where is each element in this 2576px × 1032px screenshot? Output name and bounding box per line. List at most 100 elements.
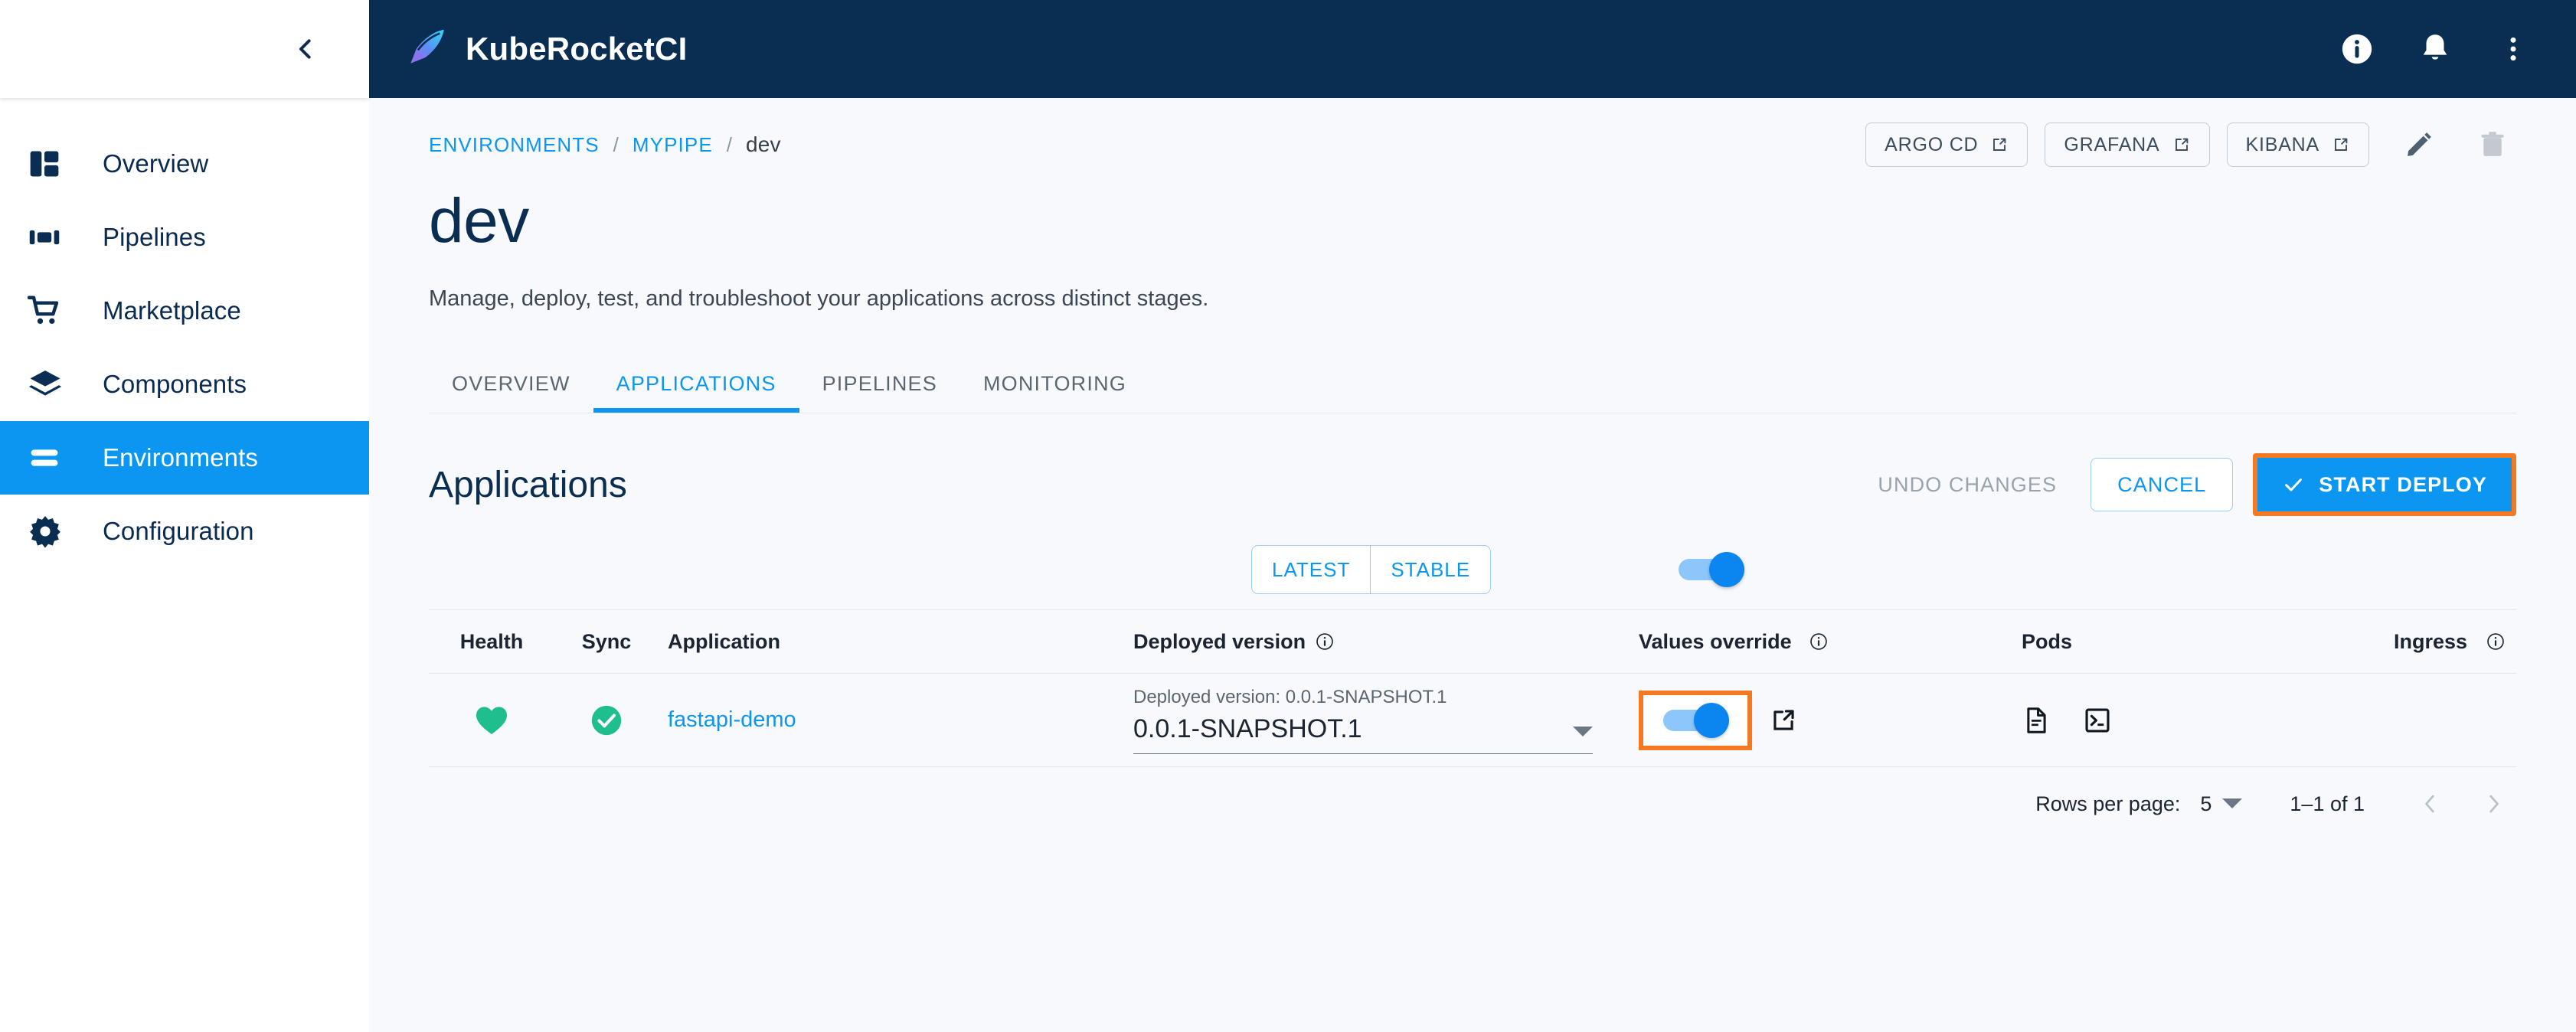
sidebar-item-label: Pipelines <box>103 223 206 251</box>
column-header-ingress: Ingress <box>2274 630 2516 654</box>
pod-logs-button[interactable] <box>2022 706 2051 735</box>
breadcrumb-separator: / <box>613 132 619 156</box>
tab-applications[interactable]: APPLICATIONS <box>593 372 799 413</box>
values-override-open-button[interactable] <box>1769 706 1798 735</box>
terminal-icon <box>2085 707 2110 733</box>
tab-overview[interactable]: OVERVIEW <box>429 372 593 413</box>
deployed-version-caption: Deployed version: 0.0.1-SNAPSHOT.1 <box>1133 686 1447 707</box>
previous-page-button[interactable] <box>2408 782 2452 826</box>
breadcrumb-item-mypipe[interactable]: MYPIPE <box>633 133 713 157</box>
bulk-values-override-toggle[interactable] <box>1669 549 1752 590</box>
column-header-health: Health <box>459 629 524 653</box>
table-row: fastapi-demo Deployed version: 0.0.1-SNA… <box>429 674 2516 767</box>
rows-per-page-select[interactable]: 5 <box>2200 792 2243 816</box>
info-button[interactable] <box>2336 28 2378 70</box>
cell-sync <box>554 703 659 738</box>
gear-icon <box>28 514 72 549</box>
rows-per-page-label: Rows per page: <box>2035 792 2181 815</box>
pagination-range: 1–1 of 1 <box>2290 792 2365 815</box>
start-deploy-button[interactable]: START DEPLOY <box>2257 458 2512 511</box>
cell-application: fastapi-demo <box>659 707 1133 733</box>
column-header-label: Deployed version <box>1133 629 1306 653</box>
kibana-link-button[interactable]: KIBANA <box>2226 122 2369 167</box>
version-type-segmented-control: LATEST STABLE <box>1251 545 1492 594</box>
breadcrumb-item-current: dev <box>746 132 781 156</box>
info-icon[interactable] <box>2486 632 2506 652</box>
start-deploy-label: START DEPLOY <box>2319 472 2487 496</box>
values-override-highlight <box>1639 690 1752 750</box>
sidebar-item-label: Components <box>103 370 247 398</box>
values-override-toggle[interactable] <box>1654 700 1737 741</box>
next-page-button[interactable] <box>2472 782 2516 826</box>
grafana-link-button[interactable]: GRAFANA <box>2045 122 2210 167</box>
sidebar-item-overview[interactable]: Overview <box>0 127 369 201</box>
kebab-menu-icon <box>2510 37 2516 61</box>
column-header-deployed-version: Deployed version <box>1133 630 1639 654</box>
info-circle-icon <box>2342 34 2372 64</box>
sidebar-nav: Overview Pipelines Marketplace Component… <box>0 98 369 568</box>
cell-health <box>429 702 554 739</box>
cell-pods <box>2022 706 2274 735</box>
main-content: ENVIRONMENTS / MYPIPE / dev ARGO CD GRAF… <box>369 98 2576 1032</box>
column-header-sync: Sync <box>581 629 632 653</box>
argo-cd-link-button[interactable]: ARGO CD <box>1865 122 2028 167</box>
breadcrumb: ENVIRONMENTS / MYPIPE / dev ARGO CD GRAF… <box>429 98 2516 171</box>
segment-stable[interactable]: STABLE <box>1370 546 1491 593</box>
layers-icon <box>28 367 72 402</box>
brand-title: KubeRocketCI <box>466 31 688 67</box>
trash-icon <box>2481 132 2504 156</box>
column-header-application: Application <box>668 629 780 653</box>
pod-terminal-button[interactable] <box>2083 706 2112 735</box>
header-actions: ARGO CD GRAFANA KIBANA <box>1865 121 2516 168</box>
sidebar-item-label: Marketplace <box>103 296 241 325</box>
undo-changes-button[interactable]: UNDO CHANGES <box>1864 473 2071 497</box>
pagination-controls <box>2408 782 2516 826</box>
external-link-icon <box>1993 138 2006 151</box>
pipelines-icon <box>28 220 72 254</box>
cart-icon <box>28 293 72 328</box>
info-icon[interactable] <box>1809 632 1829 652</box>
cancel-button[interactable]: CANCEL <box>2091 458 2234 511</box>
check-circle-icon <box>591 705 622 735</box>
edit-environment-button[interactable] <box>2395 121 2443 168</box>
tab-monitoring[interactable]: MONITORING <box>960 372 1149 413</box>
application-link[interactable]: fastapi-demo <box>668 707 796 732</box>
applications-header: Applications UNDO CHANGES CANCEL START D… <box>429 450 2516 519</box>
chevron-right-icon <box>2489 795 2499 813</box>
delete-environment-button[interactable] <box>2469 121 2516 168</box>
version-select-value: 0.0.1-SNAPSHOT.1 <box>1133 714 1362 743</box>
info-icon[interactable] <box>1315 632 1335 652</box>
kibana-label: KIBANA <box>2245 133 2319 155</box>
sidebar-collapse-button[interactable] <box>283 28 326 70</box>
version-select[interactable]: 0.0.1-SNAPSHOT.1 <box>1133 714 1593 754</box>
rocket-icon <box>404 25 449 73</box>
column-header-values-override: Values override <box>1639 630 2022 654</box>
chevron-down-icon <box>2222 798 2243 808</box>
table-header-row: Health Sync Application Deployed version… <box>429 609 2516 674</box>
chevron-down-icon <box>1573 726 1593 736</box>
chevron-left-icon <box>2425 795 2434 813</box>
applications-table: Health Sync Application Deployed version… <box>429 609 2516 841</box>
sidebar-item-configuration[interactable]: Configuration <box>0 495 369 568</box>
brand[interactable]: KubeRocketCI <box>404 25 687 73</box>
grafana-label: GRAFANA <box>2064 133 2160 155</box>
toggle-knob <box>1694 702 1729 738</box>
segment-latest[interactable]: LATEST <box>1252 546 1371 593</box>
external-link-icon <box>1773 709 1794 730</box>
sidebar-item-marketplace[interactable]: Marketplace <box>0 274 369 348</box>
start-deploy-highlight: START DEPLOY <box>2253 453 2516 516</box>
dashboard-icon <box>28 147 72 181</box>
environments-icon <box>28 441 72 475</box>
sidebar-item-pipelines[interactable]: Pipelines <box>0 201 369 274</box>
more-menu-button[interactable] <box>2492 28 2535 70</box>
notifications-button[interactable] <box>2414 28 2457 70</box>
breadcrumb-item-environments[interactable]: ENVIRONMENTS <box>429 133 600 157</box>
tab-pipelines[interactable]: PIPELINES <box>799 372 960 413</box>
sidebar-item-environments[interactable]: Environments <box>0 421 369 495</box>
sidebar-item-components[interactable]: Components <box>0 348 369 421</box>
page-description: Manage, deploy, test, and troubleshoot y… <box>429 286 1209 311</box>
applications-actions: UNDO CHANGES CANCEL START DEPLOY <box>1864 453 2516 516</box>
cell-deployed-version: Deployed version: 0.0.1-SNAPSHOT.1 0.0.1… <box>1133 687 1639 754</box>
breadcrumb-separator: / <box>726 132 732 156</box>
cell-values-override <box>1639 690 2022 750</box>
